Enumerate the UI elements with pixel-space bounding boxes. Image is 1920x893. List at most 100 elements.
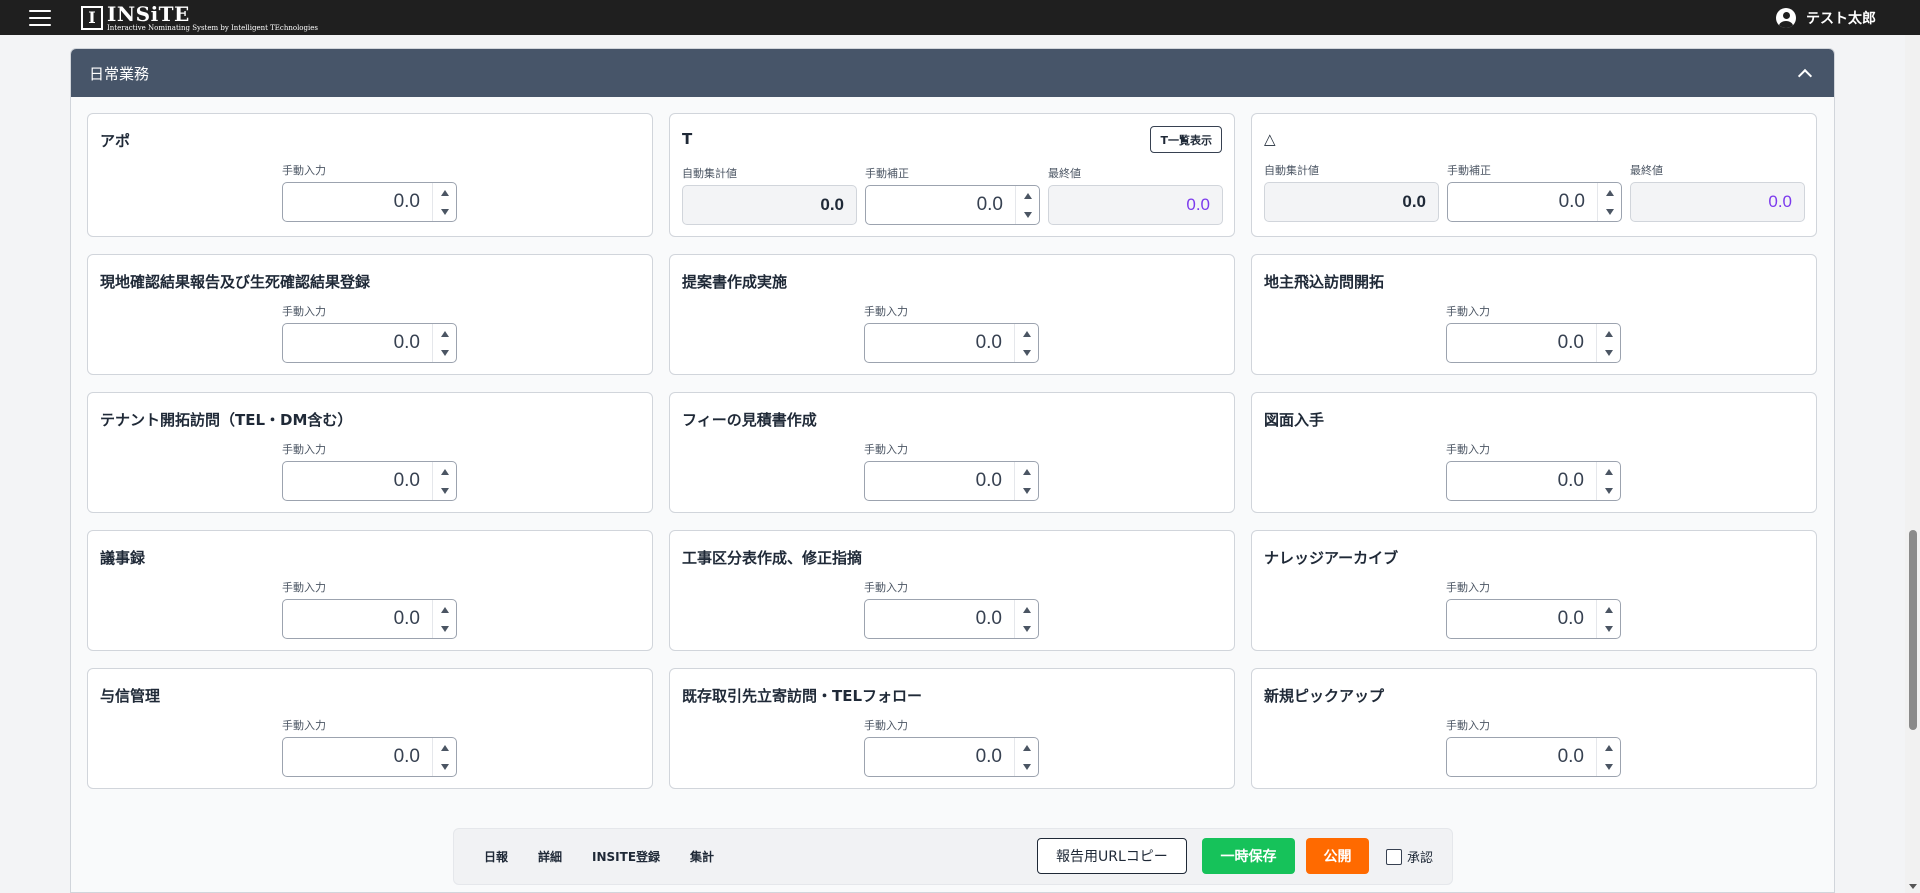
stepper[interactable] <box>432 462 456 500</box>
card-title: アポ <box>100 132 131 150</box>
page-scrollbar[interactable] <box>1905 35 1920 893</box>
input-value[interactable]: 0.0 <box>283 608 432 630</box>
stepper[interactable] <box>1014 738 1038 776</box>
chevron-up-icon[interactable] <box>1797 68 1813 83</box>
decrement-icon[interactable] <box>440 763 449 770</box>
decrement-icon[interactable] <box>1605 208 1614 215</box>
increment-icon[interactable] <box>440 330 449 337</box>
publish-button[interactable]: 公開 <box>1306 838 1369 874</box>
stepper[interactable] <box>1014 462 1038 500</box>
user-menu[interactable]: テスト太郎 <box>1776 0 1876 35</box>
input-value[interactable]: 0.0 <box>283 332 432 354</box>
manual-adjust-input[interactable]: 0.0 <box>1447 182 1622 222</box>
increment-icon[interactable] <box>1604 330 1613 337</box>
decrement-icon[interactable] <box>1604 349 1613 356</box>
task-card: 工事区分表作成、修正指摘 手動入力 0.0 <box>669 530 1235 651</box>
decrement-icon[interactable] <box>1604 763 1613 770</box>
input-value[interactable]: 0.0 <box>283 191 432 213</box>
input-value[interactable]: 0.0 <box>865 608 1014 630</box>
increment-icon[interactable] <box>1604 606 1613 613</box>
task-card: アポ 手動入力 0.0 <box>87 113 653 237</box>
input-value[interactable]: 0.0 <box>1447 470 1596 492</box>
input-value[interactable]: 0.0 <box>865 746 1014 768</box>
input-value[interactable]: 0.0 <box>283 746 432 768</box>
link-summary[interactable]: 集計 <box>690 848 714 865</box>
stepper[interactable] <box>1596 324 1620 362</box>
increment-icon[interactable] <box>1022 606 1031 613</box>
manual-input[interactable]: 0.0 <box>282 461 457 501</box>
increment-icon[interactable] <box>1605 189 1614 196</box>
manual-input[interactable]: 0.0 <box>1446 323 1621 363</box>
manual-input[interactable]: 0.0 <box>282 737 457 777</box>
decrement-icon[interactable] <box>1604 625 1613 632</box>
approve-checkbox[interactable]: 承認 <box>1386 847 1433 866</box>
input-value[interactable]: 0.0 <box>865 470 1014 492</box>
link-insite-register[interactable]: INSITE登録 <box>592 848 660 865</box>
stepper[interactable] <box>1596 462 1620 500</box>
card-title: フィーの見積書作成 <box>682 411 817 429</box>
decrement-icon[interactable] <box>1022 487 1031 494</box>
decrement-icon[interactable] <box>440 625 449 632</box>
stepper[interactable] <box>1596 600 1620 638</box>
manual-input[interactable]: 0.0 <box>864 737 1039 777</box>
manual-input[interactable]: 0.0 <box>1446 461 1621 501</box>
input-value[interactable]: 0.0 <box>866 194 1015 216</box>
input-value[interactable]: 0.0 <box>1447 332 1596 354</box>
stepper[interactable] <box>1015 186 1039 224</box>
increment-icon[interactable] <box>440 189 449 196</box>
manual-input[interactable]: 0.0 <box>282 182 457 222</box>
stepper[interactable] <box>1014 324 1038 362</box>
input-value[interactable]: 0.0 <box>865 332 1014 354</box>
stepper[interactable] <box>432 183 456 221</box>
increment-icon[interactable] <box>1022 330 1031 337</box>
increment-icon[interactable] <box>440 468 449 475</box>
scrollbar-thumb[interactable] <box>1909 530 1917 730</box>
decrement-icon[interactable] <box>1022 349 1031 356</box>
logo[interactable]: I INSiTE Interactive Nominating System b… <box>81 0 318 35</box>
manual-input[interactable]: 0.0 <box>282 599 457 639</box>
manual-input[interactable]: 0.0 <box>1446 737 1621 777</box>
input-value[interactable]: 0.0 <box>283 470 432 492</box>
input-value[interactable]: 0.0 <box>1447 746 1596 768</box>
decrement-icon[interactable] <box>440 349 449 356</box>
task-card: 議事録 手動入力 0.0 <box>87 530 653 651</box>
increment-icon[interactable] <box>440 744 449 751</box>
increment-icon[interactable] <box>1604 744 1613 751</box>
decrement-icon[interactable] <box>1604 487 1613 494</box>
manual-input[interactable]: 0.0 <box>1446 599 1621 639</box>
increment-icon[interactable] <box>1022 468 1031 475</box>
decrement-icon[interactable] <box>1022 625 1031 632</box>
decrement-icon[interactable] <box>440 208 449 215</box>
t-list-button[interactable]: T一覧表示 <box>1150 126 1222 153</box>
final-value: 0.0 <box>1048 185 1223 225</box>
manual-input[interactable]: 0.0 <box>864 461 1039 501</box>
stepper[interactable] <box>1014 600 1038 638</box>
scroll-down-icon[interactable] <box>1909 884 1917 889</box>
stepper[interactable] <box>432 324 456 362</box>
stepper[interactable] <box>432 738 456 776</box>
link-daily-report[interactable]: 日報 <box>484 848 508 865</box>
temp-save-button[interactable]: 一時保存 <box>1202 838 1295 874</box>
stepper[interactable] <box>1597 183 1621 221</box>
manual-input[interactable]: 0.0 <box>864 323 1039 363</box>
manual-input[interactable]: 0.0 <box>282 323 457 363</box>
decrement-icon[interactable] <box>440 487 449 494</box>
increment-icon[interactable] <box>440 606 449 613</box>
panel-header[interactable]: 日常業務 <box>71 49 1834 97</box>
stepper[interactable] <box>432 600 456 638</box>
increment-icon[interactable] <box>1604 468 1613 475</box>
manual-adjust-input[interactable]: 0.0 <box>865 185 1040 225</box>
input-value[interactable]: 0.0 <box>1447 608 1596 630</box>
input-value[interactable]: 0.0 <box>1448 191 1597 213</box>
increment-icon[interactable] <box>1022 744 1031 751</box>
stepper[interactable] <box>1596 738 1620 776</box>
field-label: 手動入力 <box>282 719 326 732</box>
decrement-icon[interactable] <box>1022 763 1031 770</box>
checkbox-icon[interactable] <box>1386 848 1402 865</box>
decrement-icon[interactable] <box>1023 211 1032 218</box>
link-details[interactable]: 詳細 <box>538 848 562 865</box>
menu-icon[interactable] <box>29 9 51 26</box>
increment-icon[interactable] <box>1023 192 1032 199</box>
copy-report-url-button[interactable]: 報告用URLコピー <box>1037 838 1187 874</box>
manual-input[interactable]: 0.0 <box>864 599 1039 639</box>
